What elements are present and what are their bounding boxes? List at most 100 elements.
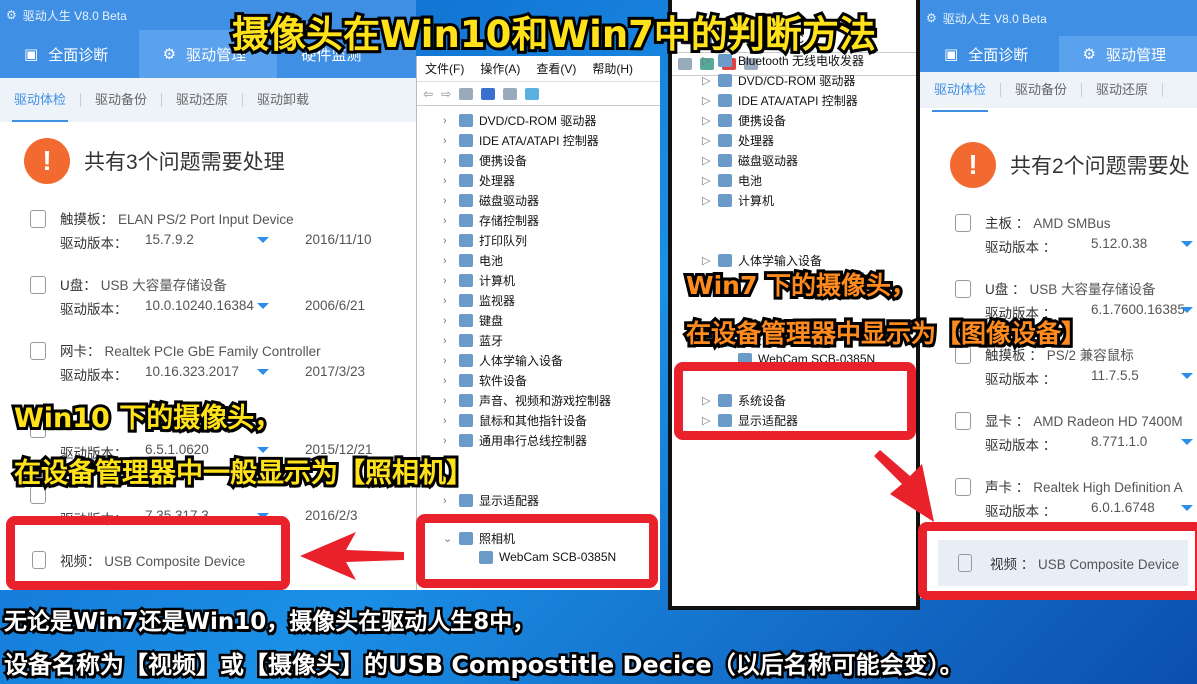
gpu-icon <box>955 412 971 430</box>
forward-icon[interactable]: ⇨ <box>441 87 451 101</box>
tree-item[interactable]: › DVD/CD-ROM 驱动器 <box>443 112 596 129</box>
expand-icon[interactable]: › <box>443 295 453 307</box>
tree-item[interactable]: › 磁盘驱动器 <box>443 192 539 209</box>
tree-item[interactable]: › 键盘 <box>443 312 503 329</box>
expand-icon[interactable]: ▷ <box>702 74 712 87</box>
expand-icon[interactable]: › <box>443 395 453 407</box>
expand-icon[interactable]: › <box>443 315 453 327</box>
tree-item[interactable]: › 计算机 <box>443 272 515 289</box>
expand-icon[interactable]: › <box>443 255 453 267</box>
device-row[interactable]: U盘 ： USB 大容量存储设备 驱动版本 ： 6.1.7600.16385 <box>955 278 1197 321</box>
expand-icon[interactable]: ▷ <box>702 134 712 147</box>
tree-item[interactable]: › IDE ATA/ATAPI 控制器 <box>443 132 599 149</box>
expand-icon[interactable]: ▷ <box>702 94 712 107</box>
expand-icon[interactable]: › <box>443 335 453 347</box>
tree-item[interactable]: ▷ IDE ATA/ATAPI 控制器 <box>702 92 858 109</box>
subtab-restore[interactable]: 驱动还原 <box>162 93 244 107</box>
device-row[interactable]: 主板 ： AMD SMBus 驱动版本 ： 5.12.0.38 <box>955 212 1197 255</box>
version-dropdown-icon[interactable] <box>257 303 269 309</box>
subtab-restore[interactable]: 驱动还原 <box>1082 83 1164 97</box>
tree-item[interactable]: › 便携设备 <box>443 152 527 169</box>
help-icon[interactable] <box>481 87 496 100</box>
display-adapter-icon <box>459 494 473 507</box>
tree-item-label: 磁盘驱动器 <box>479 194 540 208</box>
expand-icon[interactable]: › <box>443 115 453 127</box>
tree-item[interactable]: › 声音、视频和游戏控制器 <box>443 392 611 409</box>
expand-icon[interactable]: ▷ <box>702 154 712 167</box>
tree-item[interactable]: › 监视器 <box>443 292 515 309</box>
tab-diagnose[interactable]: ▣ 全面诊断 <box>0 30 139 78</box>
expand-icon[interactable]: › <box>443 435 453 447</box>
scan-icon[interactable] <box>525 87 540 100</box>
expand-icon[interactable]: › <box>443 155 453 167</box>
version-label: 驱动版本： <box>60 302 128 317</box>
expand-icon[interactable]: › <box>443 215 453 227</box>
expand-icon[interactable]: ▷ <box>702 174 712 187</box>
tree-item[interactable]: ▷ 磁盘驱动器 <box>702 152 798 169</box>
expand-icon[interactable]: › <box>443 275 453 287</box>
back-icon[interactable]: ⇦ <box>423 87 433 101</box>
tab-driver-manage[interactable]: ⚙ 驱动管理 <box>1058 36 1197 72</box>
version-dropdown-icon[interactable] <box>1181 241 1193 247</box>
main-nav: ▣ 全面诊断 ⚙ 驱动管理 <box>920 36 1197 72</box>
win7-caption-line2: 在设备管理器中显示为【图像设备】 <box>683 316 1089 351</box>
tree-item[interactable]: › 处理器 <box>443 172 515 189</box>
expand-icon[interactable]: › <box>443 375 453 387</box>
tree-item[interactable]: ▷ 处理器 <box>702 132 774 149</box>
update-icon[interactable] <box>503 87 518 100</box>
expand-icon[interactable]: › <box>443 355 453 367</box>
version-dropdown-icon[interactable] <box>1181 505 1193 511</box>
tree-item[interactable]: › 存储控制器 <box>443 212 539 229</box>
tree-item[interactable]: ▷ 便携设备 <box>702 112 786 129</box>
expand-icon[interactable]: › <box>443 135 453 147</box>
tree-item[interactable]: › 鼠标和其他指针设备 <box>443 412 587 429</box>
tree-item[interactable]: › 电池 <box>443 252 503 269</box>
tree-item[interactable]: › 软件设备 <box>443 372 527 389</box>
version-dropdown-icon[interactable] <box>257 369 269 375</box>
device-row[interactable]: 网卡： Realtek PCIe GbE Family Controller 驱动版… <box>30 340 416 383</box>
device-row[interactable]: 声卡 ： Realtek High Definition A 驱动版本 ： 6.0.1… <box>955 476 1197 519</box>
subtab-backup[interactable]: 驱动备份 <box>1001 83 1083 97</box>
subtab-check[interactable]: 驱动体检 <box>0 93 82 122</box>
tree-item[interactable]: › 显示适配器 <box>443 492 539 509</box>
menu-action[interactable]: 操作(A) <box>480 60 520 77</box>
device-category-icon <box>718 114 732 127</box>
tree-item[interactable]: ▷ DVD/CD-ROM 驱动器 <box>702 72 855 89</box>
expand-icon[interactable]: › <box>443 415 453 427</box>
expand-icon[interactable]: › <box>443 195 453 207</box>
tree-item-label: 电池 <box>738 174 763 188</box>
version-dropdown-icon[interactable] <box>257 237 269 243</box>
expand-icon[interactable]: ▷ <box>702 194 712 207</box>
tree-item[interactable]: ▷ 电池 <box>702 172 762 189</box>
gear-icon: ⚙ <box>926 11 937 25</box>
expand-icon[interactable]: › <box>443 495 453 507</box>
expand-icon[interactable]: › <box>443 235 453 247</box>
tab-diagnose[interactable]: ▣ 全面诊断 <box>920 36 1059 72</box>
highlight-box <box>6 516 290 590</box>
version-dropdown-icon[interactable] <box>1181 373 1193 379</box>
subtab-uninstall[interactable]: 驱动卸载 <box>243 93 323 107</box>
device-row[interactable]: U盘： USB 大容量存储设备 驱动版本： 10.0.10240.16384 2006/… <box>30 274 416 317</box>
subtab-check[interactable]: 驱动体检 <box>920 83 1002 112</box>
device-row[interactable]: 触摸板 ： PS/2 兼容鼠标 驱动版本 ： 11.7.5.5 <box>955 344 1197 387</box>
properties-icon[interactable] <box>459 87 474 100</box>
expand-icon[interactable]: ▷ <box>702 114 712 127</box>
version-dropdown-icon[interactable] <box>1181 307 1193 313</box>
scan-icon[interactable] <box>678 58 692 70</box>
subtab-backup[interactable]: 驱动备份 <box>81 93 163 107</box>
menu-view[interactable]: 查看(V) <box>536 60 576 77</box>
expand-icon[interactable]: › <box>443 175 453 187</box>
tree-item[interactable]: ▷ 计算机 <box>702 192 774 209</box>
tree-item[interactable]: › 人体学输入设备 <box>443 352 563 369</box>
tree-item[interactable]: › 通用串行总线控制器 <box>443 432 587 449</box>
menu-help[interactable]: 帮助(H) <box>592 60 633 77</box>
device-title: 触摸板： ELAN PS/2 Port Input Device <box>60 208 416 227</box>
tree-item[interactable]: › 蓝牙 <box>443 332 503 349</box>
device-row[interactable]: 触摸板： ELAN PS/2 Port Input Device 驱动版本： 15.7… <box>30 208 416 251</box>
device-row[interactable]: 显卡 ： AMD Radeon HD 7400M 驱动版本 ： 8.771.1.0 <box>955 410 1197 453</box>
menu-file[interactable]: 文件(F) <box>425 60 464 77</box>
device-category-icon <box>718 74 732 87</box>
tree-item-label: 蓝牙 <box>479 334 504 348</box>
tree-item[interactable]: › 打印队列 <box>443 232 527 249</box>
version-dropdown-icon[interactable] <box>1181 439 1193 445</box>
